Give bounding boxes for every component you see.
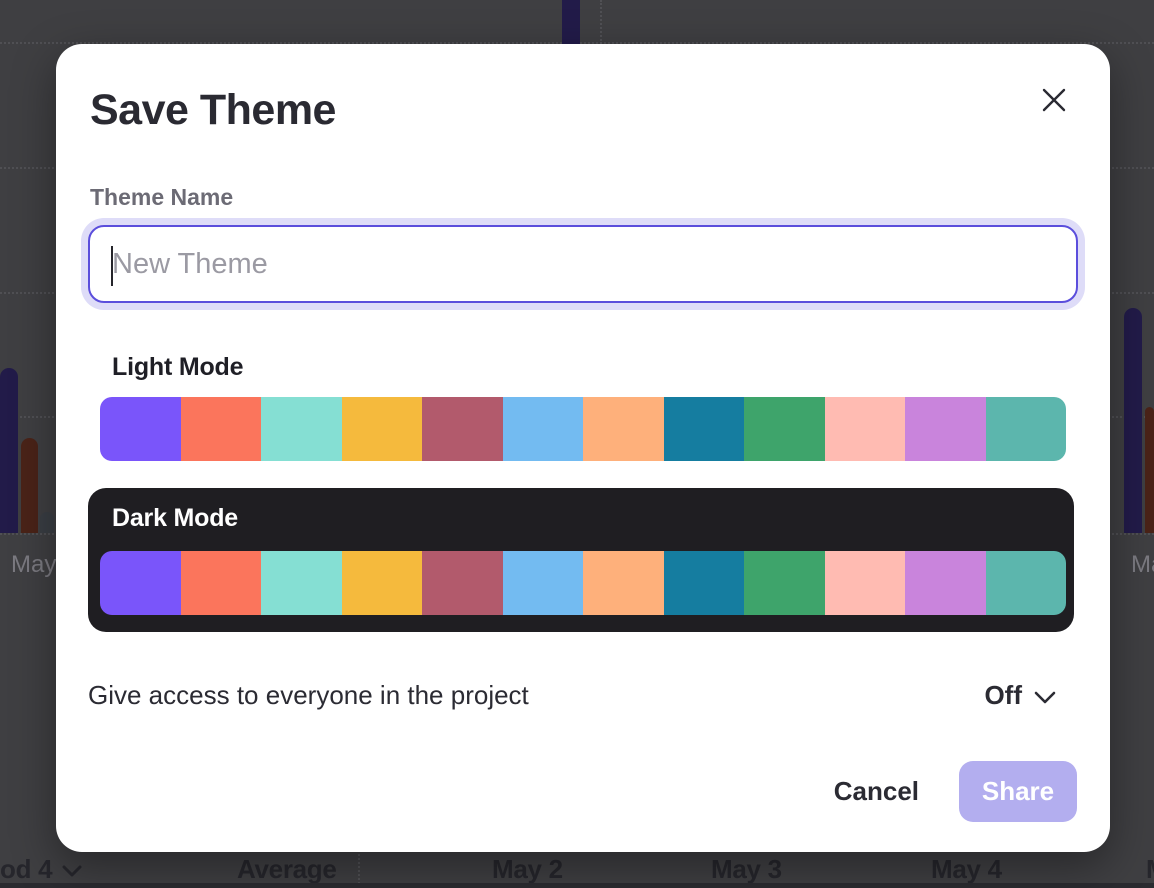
x-label-may4: May 4 [931,854,1002,885]
palette-swatch [422,551,503,615]
access-row: Give access to everyone in the project O… [88,680,1056,711]
palette-swatch [986,551,1067,615]
chart-bar [40,512,54,533]
palette-swatch [744,397,825,461]
window-bottom-edge [0,883,1154,888]
dark-mode-palette[interactable] [100,551,1066,615]
axis-label-left: May [11,551,56,579]
palette-swatch [503,551,584,615]
access-dropdown-value: Off [984,680,1022,711]
x-label-may3: May 3 [711,854,782,885]
cancel-button[interactable]: Cancel [834,776,919,807]
save-theme-dialog: Save Theme Theme Name Light Mode Dark Mo… [56,44,1110,852]
dark-mode-heading: Dark Mode [112,504,238,533]
palette-swatch [825,397,906,461]
close-button[interactable] [1038,84,1070,116]
palette-swatch [422,397,503,461]
palette-swatch [583,397,664,461]
share-button[interactable]: Share [959,761,1077,822]
palette-swatch [261,397,342,461]
palette-swatch [583,551,664,615]
theme-name-input[interactable] [90,227,1076,301]
palette-swatch [100,551,181,615]
palette-swatch [986,397,1067,461]
palette-swatch [261,551,342,615]
palette-swatch [664,397,745,461]
chart-bar [1145,407,1154,533]
palette-swatch [342,551,423,615]
close-icon [1041,87,1067,113]
palette-swatch [664,551,745,615]
palette-swatch [100,397,181,461]
dialog-title: Save Theme [90,86,336,135]
chart-bar [0,368,18,533]
chevron-down-icon [62,865,82,877]
dialog-actions: Cancel Share [834,761,1077,822]
gridline-vertical [358,846,360,888]
chevron-down-icon [1034,691,1056,704]
palette-swatch [825,551,906,615]
chart-bar [1124,308,1142,533]
access-dropdown[interactable]: Off [984,680,1056,711]
gridline-vertical [600,0,602,44]
chart-bar [562,0,580,44]
palette-swatch [181,397,262,461]
palette-swatch [744,551,825,615]
palette-swatch [503,397,584,461]
palette-swatch [181,551,262,615]
axis-label-right: Ma [1131,551,1154,579]
palette-swatch [342,397,423,461]
period-dropdown-partial: od 4 [0,854,52,885]
palette-swatch [905,551,986,615]
chart-bar [21,438,38,533]
x-label-average: Average [237,854,337,885]
light-mode-palette[interactable] [100,397,1066,461]
x-label-may2: May 2 [492,854,563,885]
theme-name-input-wrap [88,225,1078,303]
dark-mode-card: Dark Mode [88,488,1074,632]
light-mode-heading: Light Mode [112,353,243,382]
palette-swatch [905,397,986,461]
x-label-partial: M [1146,854,1154,885]
access-label: Give access to everyone in the project [88,680,529,711]
theme-name-label: Theme Name [90,184,233,211]
text-caret [111,246,113,286]
